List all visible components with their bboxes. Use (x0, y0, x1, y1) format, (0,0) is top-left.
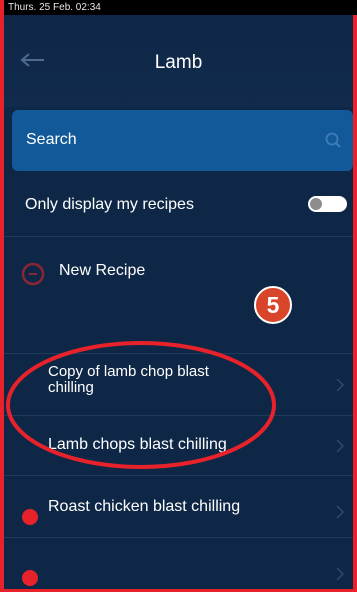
search-placeholder: Search (26, 131, 77, 148)
chevron-right-icon (336, 567, 345, 581)
filter-label: Only display my recipes (25, 196, 194, 213)
chevron-right-icon (336, 505, 345, 519)
step-badge: 5 (254, 286, 292, 324)
recipe-icon (22, 509, 38, 525)
status-bar: Thurs. 25 Feb. 02:34 (4, 0, 357, 15)
new-recipe-row[interactable]: New Recipe (4, 237, 353, 354)
search-input[interactable]: Search (12, 110, 353, 171)
new-recipe-label: New Recipe (59, 262, 146, 279)
status-datetime: Thurs. 25 Feb. 02:34 (8, 2, 101, 13)
my-recipes-toggle[interactable] (308, 196, 347, 212)
toggle-knob (310, 198, 322, 210)
chevron-right-icon (336, 439, 345, 453)
phone-frame: Thurs. 25 Feb. 02:34 Lamb Search Only di… (0, 0, 357, 592)
add-icon (21, 262, 45, 286)
highlight-ellipse (6, 341, 276, 469)
filter-row: Only display my recipes (4, 176, 353, 237)
step-number: 5 (266, 292, 280, 318)
chevron-right-icon (336, 378, 345, 392)
recipe-icon (22, 570, 38, 586)
recipe-row[interactable]: Roast chicken blast chilling (4, 476, 353, 538)
recipe-label: Roast chicken blast chilling (48, 498, 241, 515)
search-icon (325, 132, 341, 148)
recipe-row[interactable] (4, 538, 353, 590)
header: Lamb (4, 15, 353, 107)
page-title: Lamb (154, 52, 203, 73)
